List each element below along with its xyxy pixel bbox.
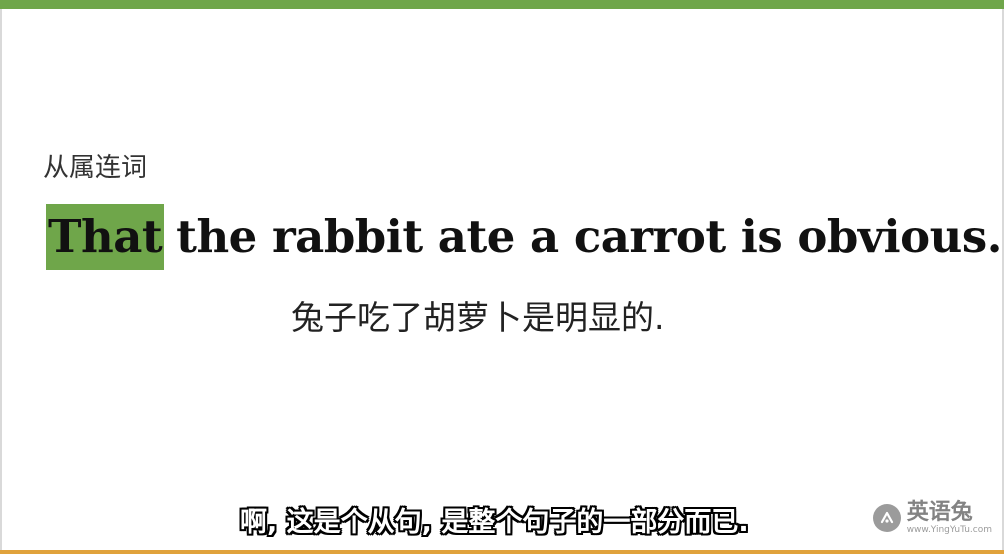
video-subtitle: 啊, 这是个从句, 是整个句子的一部分而已. — [240, 507, 749, 538]
sentence-remainder: the rabbit ate a carrot is obvious. — [176, 210, 1002, 263]
watermark-name: 英语兔 — [906, 499, 973, 525]
section-label: 从属连词 — [43, 153, 148, 183]
bottom-accent-bar — [0, 550, 1004, 554]
top-accent-bar — [0, 0, 1004, 9]
left-border — [0, 9, 2, 550]
rabbit-logo-icon — [872, 504, 901, 532]
example-sentence: That the rabbit ate a carrot is obvious. — [46, 204, 1002, 270]
chinese-translation: 兔子吃了胡萝卜是明显的. — [291, 298, 665, 337]
watermark-logo: 英语兔 www.YingYuTu.com — [872, 499, 992, 536]
highlighted-word: That — [46, 204, 165, 270]
watermark-url: www.YingYuTu.com — [906, 525, 992, 535]
